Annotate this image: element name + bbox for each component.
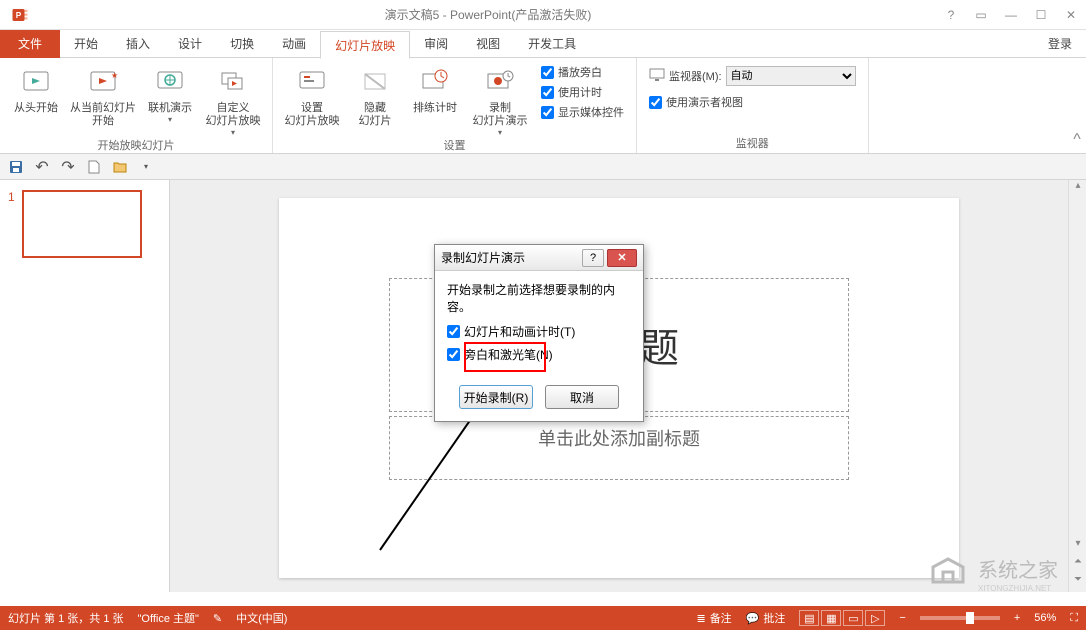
svg-text:★: ★	[111, 71, 118, 80]
help-icon[interactable]: ?	[936, 0, 966, 30]
ribbon-body: 从头开始 ★ 从当前幻灯片 开始 联机演示 ▾ 自定义 幻灯片放映 ▾ 开始放映…	[0, 58, 1086, 154]
group-monitors: 监视器	[645, 135, 860, 153]
play-narrations-checkbox[interactable]: 播放旁白	[541, 64, 624, 80]
from-current-button[interactable]: ★ 从当前幻灯片 开始	[68, 62, 138, 137]
new-file-icon[interactable]	[84, 157, 104, 177]
minimize-icon[interactable]: —	[996, 0, 1026, 30]
tab-design[interactable]: 设计	[164, 30, 216, 58]
scroll-up-icon[interactable]: ▴	[1069, 180, 1086, 198]
custom-show-icon	[215, 64, 251, 100]
group-setup: 设置	[281, 137, 628, 155]
tab-view[interactable]: 视图	[462, 30, 514, 58]
collapse-ribbon-icon[interactable]: ^	[1068, 58, 1086, 153]
from-beginning-button[interactable]: 从头开始	[8, 62, 64, 137]
svg-text:P: P	[16, 11, 22, 20]
play-from-current-icon: ★	[85, 64, 121, 100]
tab-review[interactable]: 审阅	[410, 30, 462, 58]
slideshow-view-icon[interactable]: ▷	[865, 610, 885, 626]
reading-view-icon[interactable]: ▭	[843, 610, 863, 626]
hide-slide-icon	[357, 64, 393, 100]
close-icon[interactable]: ✕	[1056, 0, 1086, 30]
save-icon[interactable]	[6, 157, 26, 177]
chevron-down-icon: ▾	[168, 115, 172, 124]
zoom-slider[interactable]	[920, 616, 1000, 620]
rehearse-timings-button[interactable]: 排练计时	[407, 62, 463, 137]
setup-slideshow-icon	[294, 64, 330, 100]
tab-file[interactable]: 文件	[0, 30, 60, 58]
playback-options: 播放旁白 使用计时 显示媒体控件	[537, 62, 628, 137]
theme-name: "Office 主题"	[138, 610, 199, 626]
play-from-start-icon	[18, 64, 54, 100]
ribbon-display-options-icon[interactable]: ▭	[966, 0, 996, 30]
normal-view-icon[interactable]: ▤	[799, 610, 819, 626]
setup-slideshow-button[interactable]: 设置 幻灯片放映	[281, 62, 343, 137]
use-timings-checkbox[interactable]: 使用计时	[541, 84, 624, 100]
dialog-close-icon[interactable]: ✕	[607, 249, 637, 267]
subtitle-placeholder[interactable]: 单击此处添加副标题	[389, 416, 849, 480]
spell-check-icon[interactable]: ✎	[213, 612, 222, 625]
hide-slide-button[interactable]: 隐藏 幻灯片	[347, 62, 403, 137]
svg-text:系统之家: 系统之家	[978, 559, 1058, 582]
slide-thumbnails-panel: 1	[0, 180, 170, 592]
tab-home[interactable]: 开始	[60, 30, 112, 58]
tab-insert[interactable]: 插入	[112, 30, 164, 58]
cancel-button[interactable]: 取消	[545, 385, 619, 409]
record-slideshow-dialog: 录制幻灯片演示 ? ✕ 开始录制之前选择想要录制的内容。 幻灯片和动画计时(T)…	[434, 244, 644, 422]
sorter-view-icon[interactable]: ▦	[821, 610, 841, 626]
fit-to-window-icon[interactable]: ⛶	[1070, 612, 1078, 625]
slide-number: 1	[8, 190, 18, 258]
present-online-icon	[152, 64, 188, 100]
svg-text:XITONGZHIJIA.NET: XITONGZHIJIA.NET	[978, 584, 1051, 593]
watermark: 系统之家 XITONGZHIJIA.NET	[918, 547, 1078, 602]
record-slideshow-button[interactable]: 录制 幻灯片演示 ▾	[467, 62, 533, 137]
qat-dropdown-icon[interactable]: ▾	[136, 157, 156, 177]
open-file-icon[interactable]	[110, 157, 130, 177]
timings-checkbox[interactable]: 幻灯片和动画计时(T)	[447, 323, 631, 340]
zoom-out-icon[interactable]: −	[899, 612, 905, 624]
tab-animations[interactable]: 动画	[268, 30, 320, 58]
powerpoint-app-icon: P	[6, 1, 34, 29]
narration-checkbox[interactable]: 旁白和激光笔(N)	[447, 346, 631, 363]
show-media-controls-checkbox[interactable]: 显示媒体控件	[541, 104, 624, 120]
present-online-button[interactable]: 联机演示 ▾	[142, 62, 198, 137]
dialog-title: 录制幻灯片演示	[441, 249, 579, 266]
zoom-in-icon[interactable]: +	[1014, 612, 1020, 624]
ribbon-tabs: 文件 开始 插入 设计 切换 动画 幻灯片放映 审阅 视图 开发工具 登录	[0, 30, 1086, 58]
undo-icon[interactable]: ↶	[32, 157, 52, 177]
monitor-icon	[649, 68, 665, 85]
record-icon	[482, 64, 518, 100]
monitor-select[interactable]: 自动	[726, 66, 856, 86]
presenter-view-checkbox[interactable]: 使用演示者视图	[649, 94, 856, 110]
window-title: 演示文稿5 - PowerPoint(产品激活失败)	[40, 6, 936, 23]
maximize-icon[interactable]: ☐	[1026, 0, 1056, 30]
comments-button[interactable]: 💬 批注	[746, 610, 786, 626]
start-recording-button[interactable]: 开始录制(R)	[459, 385, 533, 409]
tab-slideshow[interactable]: 幻灯片放映	[320, 31, 410, 59]
vertical-scrollbar[interactable]: ▴ ▾ ⏶ ⏷	[1068, 180, 1086, 592]
redo-icon[interactable]: ↷	[58, 157, 78, 177]
chevron-down-icon: ▾	[498, 128, 502, 137]
tab-login[interactable]: 登录	[1034, 30, 1086, 58]
zoom-level[interactable]: 56%	[1034, 612, 1056, 624]
dialog-prompt: 开始录制之前选择想要录制的内容。	[447, 281, 631, 315]
tab-transitions[interactable]: 切换	[216, 30, 268, 58]
language[interactable]: 中文(中国)	[236, 610, 287, 626]
chevron-down-icon: ▾	[231, 128, 235, 137]
rehearse-icon	[417, 64, 453, 100]
tab-developer[interactable]: 开发工具	[514, 30, 590, 58]
monitor-label: 监视器(M):	[669, 68, 722, 84]
custom-show-button[interactable]: 自定义 幻灯片放映 ▾	[202, 62, 264, 137]
slide-count: 幻灯片 第 1 张，共 1 张	[8, 610, 124, 626]
notes-button[interactable]: ≣ 备注	[696, 610, 731, 626]
slide-thumbnail-1[interactable]	[22, 190, 142, 258]
status-bar: 幻灯片 第 1 张，共 1 张 "Office 主题" ✎ 中文(中国) ≣ 备…	[0, 606, 1086, 630]
dialog-help-icon[interactable]: ?	[582, 249, 604, 267]
quick-access-toolbar: ↶ ↷ ▾	[0, 154, 1086, 180]
group-start-slideshow: 开始放映幻灯片	[8, 137, 264, 155]
